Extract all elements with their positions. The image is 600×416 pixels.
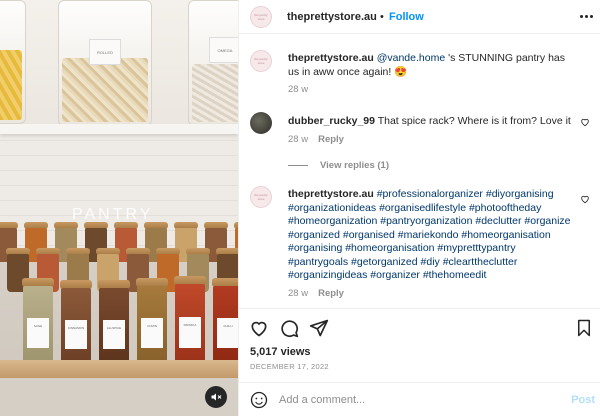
comment: the pretty store theprettystore.au #prof… — [250, 186, 590, 300]
storage-container: OMEGA — [188, 0, 238, 126]
avatar[interactable]: the pretty store — [250, 186, 272, 208]
mute-button[interactable] — [205, 386, 227, 408]
shelf-board — [0, 124, 238, 134]
post-header: the pretty store theprettystore.au • Fol… — [239, 0, 600, 34]
spice-jar: PAPRIKA — [174, 276, 206, 366]
speaker-muted-icon — [211, 393, 222, 401]
post-media[interactable]: ROLLED OMEGA PANTRY SAGE CINNAMON ALLSPI… — [0, 0, 238, 416]
header-username[interactable]: theprettystore.au — [287, 11, 377, 23]
hashtag-links[interactable]: #professionalorganizer #diyorganising #o… — [288, 188, 571, 281]
mention-link[interactable]: @vande.home — [377, 52, 445, 64]
more-horizontal-icon[interactable] — [580, 15, 593, 18]
wooden-shelf — [0, 360, 238, 378]
post-date[interactable]: DECEMBER 17, 2022 — [250, 362, 329, 371]
spice-jar: CHILLI — [212, 278, 238, 366]
reply-button[interactable]: Reply — [318, 134, 344, 145]
caption-username[interactable]: theprettystore.au — [288, 52, 374, 64]
heart-icon[interactable] — [580, 117, 590, 127]
avatar[interactable] — [250, 112, 272, 134]
post-button[interactable]: Post — [571, 394, 595, 406]
reply-button[interactable]: Reply — [318, 288, 344, 299]
pantry-overlay-text: PANTRY — [72, 206, 154, 223]
comment-icon[interactable] — [279, 318, 299, 338]
caption: the pretty store theprettystore.au @vand… — [250, 50, 590, 100]
avatar[interactable]: the pretty store — [250, 50, 272, 72]
caption-time: 28 w — [288, 84, 309, 95]
divider — [288, 165, 308, 166]
avatar[interactable]: the pretty store — [250, 6, 272, 28]
share-icon[interactable] — [309, 318, 329, 338]
storage-container: ROLLED — [58, 0, 152, 126]
heart-icon[interactable] — [249, 318, 269, 338]
comment-username[interactable]: dubber_rucky_99 — [288, 115, 375, 127]
comment-time: 28 w — [288, 134, 309, 145]
add-comment-bar: Post — [239, 382, 600, 416]
heart-icon[interactable] — [580, 194, 590, 204]
comment-input[interactable] — [279, 391, 559, 409]
view-replies-label: View replies (1) — [320, 160, 389, 171]
bookmark-icon[interactable] — [575, 318, 593, 338]
comment-meta: 28 w Reply — [288, 134, 344, 145]
comment-text: theprettystore.au #professionalorganizer… — [288, 188, 578, 283]
container-label: ROLLED — [89, 39, 121, 65]
caption-text: theprettystore.au @vande.home 's STUNNIN… — [288, 52, 566, 78]
container-label: OMEGA — [209, 37, 238, 63]
separator-dot: • — [380, 11, 384, 23]
post-details-panel: the pretty store theprettystore.au • Fol… — [238, 0, 600, 416]
action-bar — [239, 308, 600, 344]
comments-list[interactable]: the pretty store theprettystore.au @vand… — [239, 34, 600, 300]
floor-area — [0, 378, 238, 416]
view-count[interactable]: 5,017 views — [250, 346, 311, 358]
comment-time: 28 w — [288, 288, 309, 299]
comment: dubber_rucky_99 That spice rack? Where i… — [250, 112, 590, 152]
spice-jar: CINNAMON — [60, 280, 92, 366]
view-replies-button[interactable]: View replies (1) — [288, 160, 389, 171]
comment-meta: 28 w Reply — [288, 288, 344, 299]
spice-jar: SAGE — [22, 278, 54, 366]
comment-username[interactable]: theprettystore.au — [288, 188, 374, 200]
emoji-icon[interactable] — [250, 391, 268, 409]
comment-text: dubber_rucky_99 That spice rack? Where i… — [288, 115, 571, 127]
spice-jar: CUMIN — [136, 278, 168, 366]
follow-button[interactable]: Follow — [389, 11, 424, 23]
storage-container — [0, 0, 26, 124]
spice-jar: ALLSPICE — [98, 280, 130, 366]
